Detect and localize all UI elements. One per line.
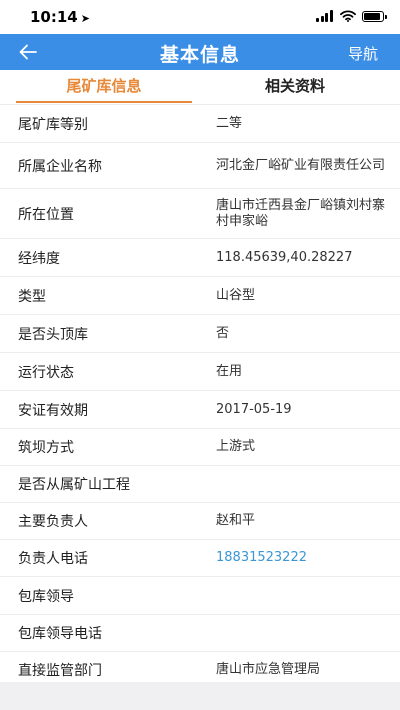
nav-bar: 基本信息 导航	[0, 34, 400, 70]
content: 尾矿库信息 相关资料 尾矿库等别 二等 所属企业名称 河北金厂峪矿业有限责任公司…	[0, 70, 400, 689]
row-label: 运行状态	[18, 364, 74, 381]
status-time: 10:14 ➤	[30, 8, 90, 26]
list-item-lead-phone: 包库领导电话	[0, 615, 400, 652]
list-item-manager-phone: 负责人电话 18831523222	[0, 540, 400, 577]
list-item-company: 所属企业名称 河北金厂峪矿业有限责任公司	[0, 143, 400, 189]
row-value: 唐山市应急管理局	[216, 662, 321, 677]
row-value: 118.45639,40.28227	[216, 249, 353, 265]
row-label: 安证有效期	[18, 402, 88, 419]
tab-bar: 尾矿库信息 相关资料	[0, 70, 400, 105]
battery-icon	[362, 10, 387, 22]
list-item-grade: 尾矿库等别 二等	[0, 105, 400, 143]
row-value: 否	[216, 325, 230, 341]
location-arrow-icon: ➤	[80, 12, 90, 25]
row-value: 上游式	[216, 439, 256, 454]
row-value: 二等	[216, 115, 243, 131]
list-item-subsidiary: 是否从属矿山工程	[0, 466, 400, 503]
list-item-overhead: 是否头顶库 否	[0, 315, 400, 353]
row-label: 所在位置	[18, 206, 74, 223]
row-label: 尾矿库等别	[18, 116, 88, 133]
status-indicators	[316, 10, 387, 22]
row-label: 负责人电话	[18, 551, 88, 567]
phone-link[interactable]: 18831523222	[216, 550, 386, 566]
info-list: 尾矿库等别 二等 所属企业名称 河北金厂峪矿业有限责任公司 所在位置 唐山市迁西…	[0, 105, 400, 689]
status-bar: 10:14 ➤	[0, 0, 400, 34]
row-label: 类型	[18, 288, 46, 305]
tab-related-docs[interactable]: 相关资料	[200, 70, 390, 104]
row-label: 经纬度	[18, 250, 60, 267]
row-label: 包库领导电话	[18, 626, 102, 642]
list-item-license-expiry: 安证有效期 2017-05-19	[0, 391, 400, 429]
row-value: 2017-05-19	[216, 401, 292, 417]
list-item-type: 类型 山谷型	[0, 277, 400, 315]
wifi-icon	[340, 10, 356, 22]
row-label: 是否头顶库	[18, 326, 88, 343]
status-time-text: 10:14	[30, 8, 78, 26]
row-value: 河北金厂峪矿业有限责任公司	[216, 157, 386, 173]
row-label: 主要负责人	[18, 514, 88, 530]
active-tab-indicator	[16, 101, 192, 103]
row-value: 山谷型	[216, 287, 256, 303]
signal-icon	[316, 10, 334, 22]
row-label: 筑坝方式	[18, 440, 74, 456]
bottom-spacer	[0, 682, 400, 710]
row-value: 唐山市迁西县金厂峪镇刘村寨村申家峪	[216, 197, 386, 229]
list-item-manager: 主要负责人 赵和平	[0, 503, 400, 540]
page-title: 基本信息	[159, 44, 240, 66]
row-value: 在用	[216, 363, 243, 379]
list-item-lead: 包库领导	[0, 577, 400, 615]
row-label: 所属企业名称	[18, 158, 102, 175]
row-label: 直接监管部门	[18, 663, 102, 679]
row-value: 赵和平	[216, 513, 256, 528]
tab-tailings-info[interactable]: 尾矿库信息	[16, 70, 192, 104]
list-item-location: 所在位置 唐山市迁西县金厂峪镇刘村寨村申家峪	[0, 189, 400, 239]
list-item-coordinates: 经纬度 118.45639,40.28227	[0, 239, 400, 277]
list-item-status: 运行状态 在用	[0, 353, 400, 391]
row-label: 是否从属矿山工程	[18, 477, 130, 493]
list-item-dam-method: 筑坝方式 上游式	[0, 429, 400, 466]
navigate-button[interactable]: 导航	[348, 43, 378, 64]
row-label: 包库领导	[18, 588, 74, 605]
